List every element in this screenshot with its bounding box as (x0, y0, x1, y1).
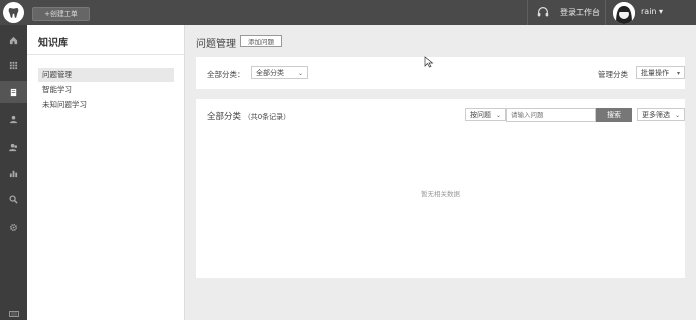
more-filter-label: 更多筛选 (642, 110, 670, 119)
rail-users[interactable] (0, 136, 27, 158)
username-menu[interactable]: rain ▾ (641, 7, 663, 16)
rail-stats[interactable] (0, 162, 27, 184)
record-count: （共0条记录） (243, 113, 291, 121)
category-select-value: 全部分类 (256, 68, 284, 77)
batch-action-dropdown[interactable]: 批量操作 ▾ (636, 66, 685, 79)
list-category-name: 全部分类 (207, 112, 242, 122)
chevron-down-icon: ⌄ (297, 70, 303, 77)
rail-user[interactable] (0, 108, 27, 130)
search-input[interactable] (506, 108, 596, 122)
chevron-down-icon: ⌄ (674, 112, 680, 119)
keyboard-shortcut-area[interactable] (0, 308, 27, 320)
users-icon (9, 143, 18, 151)
manage-category-link[interactable]: 管理分类 (598, 69, 628, 80)
chart-icon (9, 170, 18, 177)
question-list-panel: 全部分类 （共0条记录） 按问题 ⌄ 搜索 更多筛选 ⌄ 暂无相关数据 (196, 99, 685, 278)
user-icon (9, 115, 18, 123)
rail-home[interactable] (0, 29, 27, 51)
list-title: 全部分类 （共0条记录） (207, 110, 290, 122)
search-icon (9, 194, 18, 204)
subnav-item-smart-learning[interactable]: 智能学习 (38, 83, 174, 97)
topbar-divider (527, 0, 528, 25)
keyboard-icon (9, 311, 19, 317)
topbar-divider (605, 0, 606, 25)
subnav-title: 知识库 (38, 38, 68, 49)
left-icon-rail (0, 25, 27, 320)
tooth-icon (8, 7, 19, 18)
divider (27, 54, 185, 55)
grid-icon (9, 61, 18, 69)
user-avatar-icon (613, 2, 635, 24)
home-icon (9, 36, 18, 44)
avatar[interactable] (613, 2, 635, 24)
book-icon (10, 88, 17, 96)
rail-knowledge[interactable] (0, 81, 27, 103)
gear-icon (9, 223, 18, 231)
search-field-select[interactable]: 按问题 ⌄ (465, 108, 506, 121)
subnav-item-unknown-question-learning[interactable]: 未知问题学习 (38, 98, 174, 112)
new-order-button[interactable]: +创建工单 (32, 7, 90, 21)
filter-bar: 全部分类： 全部分类 ⌄ 管理分类 批量操作 ▾ (196, 57, 685, 89)
page-title: 问题管理 (196, 39, 236, 50)
search-field-value: 按问题 (470, 110, 491, 119)
knowledge-subnav: 知识库 问题管理 智能学习 未知问题学习 (27, 25, 185, 320)
category-select[interactable]: 全部分类 ⌄ (251, 66, 308, 79)
rail-settings[interactable] (0, 216, 27, 238)
subnav-item-question-management[interactable]: 问题管理 (38, 68, 174, 82)
search-button[interactable]: 搜索 (596, 108, 632, 122)
category-filter-label: 全部分类： (207, 70, 245, 79)
login-workspace-link[interactable]: 登录工作台 (560, 7, 600, 18)
mouse-cursor-icon (424, 56, 434, 68)
add-question-button[interactable]: 添加问题 (240, 35, 282, 47)
headset-icon[interactable] (536, 5, 550, 19)
app-logo[interactable] (3, 2, 24, 23)
empty-state-text: 暂无相关数据 (421, 190, 460, 198)
top-bar: +创建工单 登录工作台 rain ▾ (0, 0, 696, 25)
batch-action-label: 批量操作 (641, 68, 669, 77)
chevron-down-icon: ▾ (676, 70, 680, 77)
chevron-down-icon: ⌄ (495, 112, 501, 119)
more-filter-dropdown[interactable]: 更多筛选 ⌄ (637, 108, 685, 121)
rail-search[interactable] (0, 188, 27, 210)
rail-apps[interactable] (0, 54, 27, 76)
